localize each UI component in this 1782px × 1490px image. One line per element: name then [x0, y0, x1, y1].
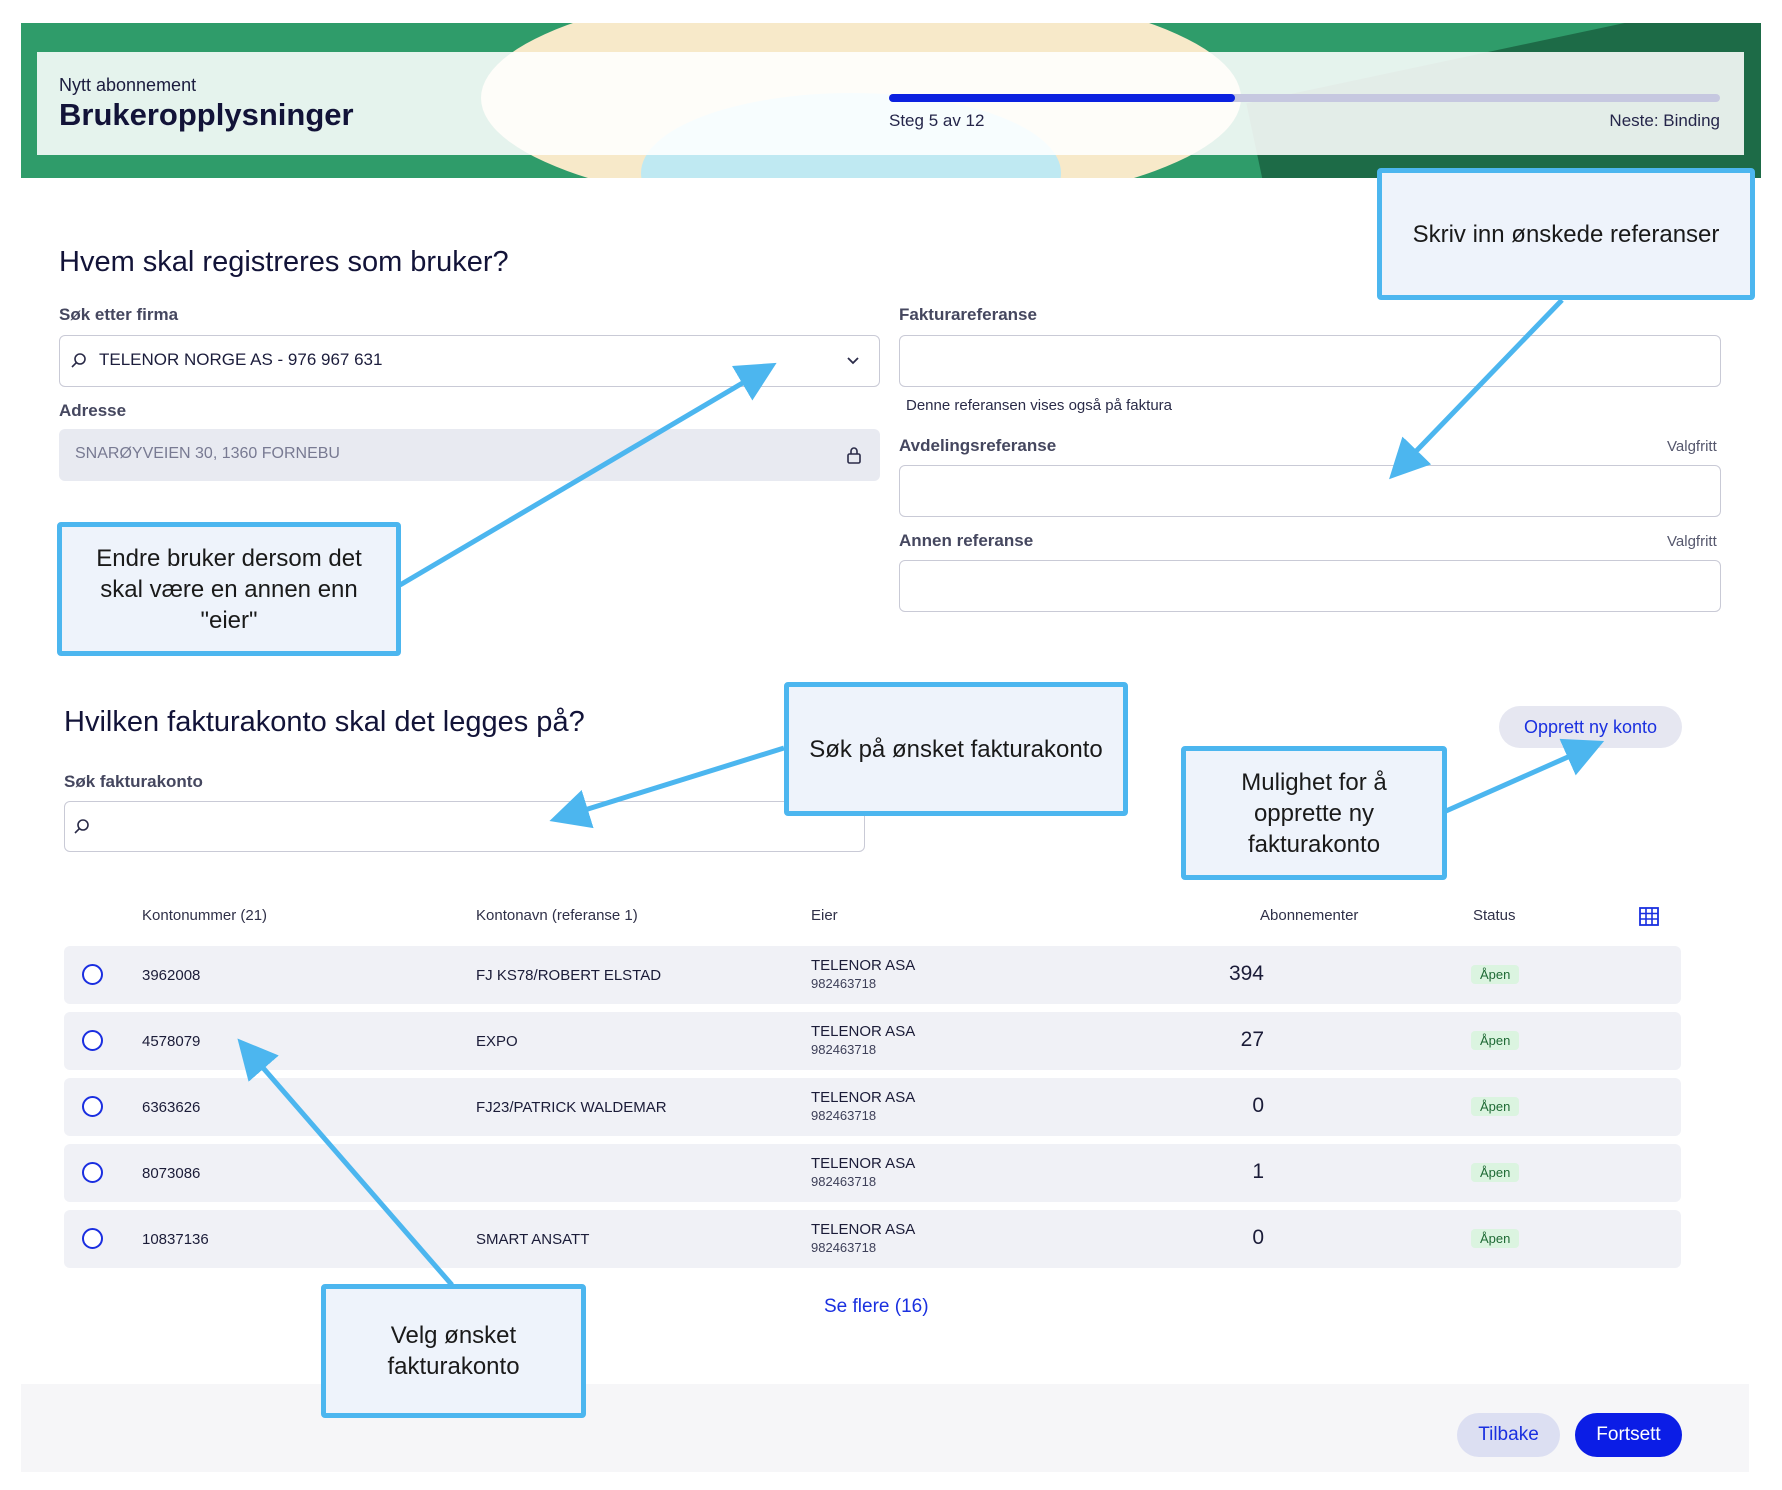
callout-search-account: Søk på ønsket fakturakonto: [784, 682, 1128, 816]
arrow-choose-account: [237, 1038, 454, 1287]
callout-choose-account: Velg ønsket fakturakonto: [321, 1284, 586, 1418]
callout-create-account: Mulighet for å opprette ny fakturakonto: [1181, 746, 1447, 880]
arrow-references: [1389, 298, 1564, 480]
callout-change-user: Endre bruker dersom det skal være en ann…: [57, 522, 401, 656]
arrow-change-user: [398, 362, 777, 588]
arrow-search-account: [549, 745, 785, 829]
callout-references: Skriv inn ønskede referanser: [1377, 168, 1755, 300]
arrow-create-account: [1444, 738, 1605, 814]
